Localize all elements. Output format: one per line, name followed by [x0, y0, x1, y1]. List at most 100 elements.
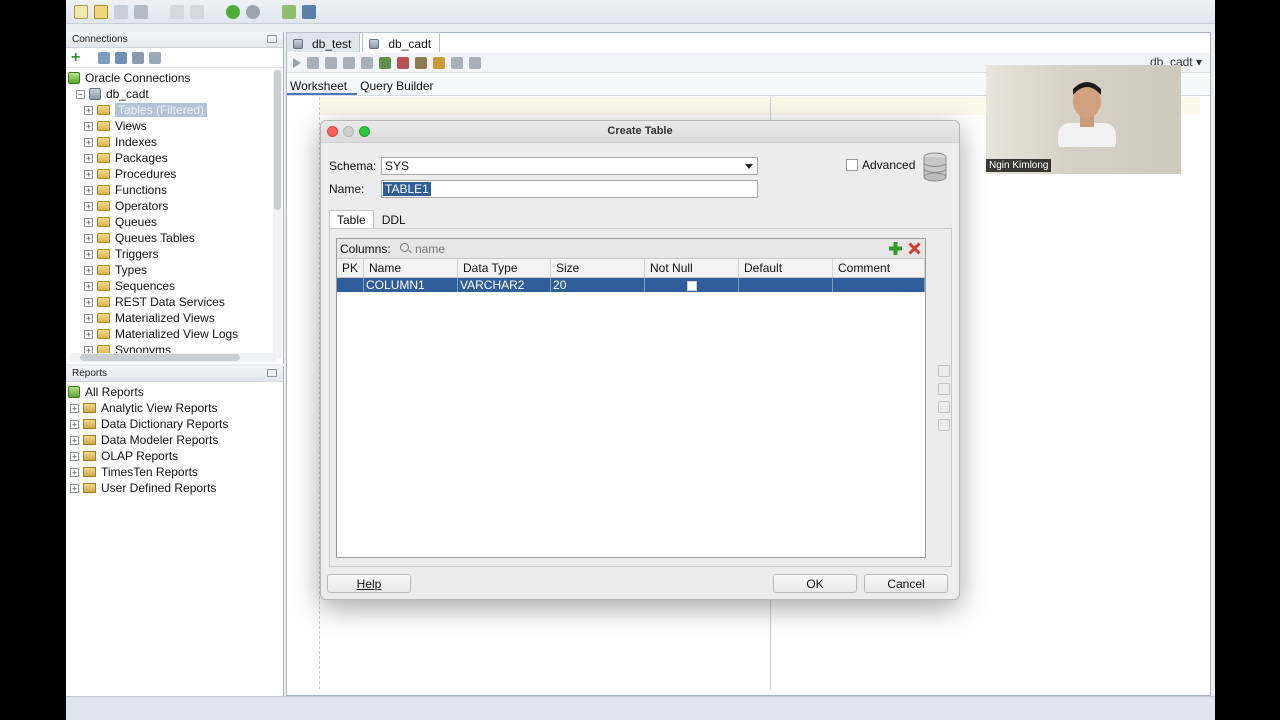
report-tree-item[interactable]: + TimesTen Reports	[66, 464, 283, 480]
expand-icon[interactable]: +	[84, 153, 93, 163]
tree-item[interactable]: + Materialized Views	[66, 310, 283, 326]
manage-icon[interactable]	[149, 51, 162, 64]
columns-search-input[interactable]	[415, 241, 535, 256]
tree-item[interactable]: − db_cadt	[66, 86, 283, 102]
column-header[interactable]: Data Type	[457, 259, 552, 278]
move-up-icon[interactable]	[938, 383, 950, 395]
not-null-checkbox[interactable]	[686, 280, 697, 291]
tab-db-test[interactable]: db_test	[286, 32, 361, 52]
cell-data-type[interactable]: VARCHAR2	[457, 277, 552, 292]
forward-icon[interactable]	[246, 4, 260, 19]
add-column-icon[interactable]	[889, 242, 902, 255]
move-down-icon[interactable]	[938, 401, 950, 413]
minimize-icon[interactable]	[267, 35, 277, 43]
expand-icon[interactable]: +	[84, 281, 93, 291]
explain-plan-icon[interactable]	[343, 56, 355, 69]
tree-item[interactable]: Oracle Connections	[66, 70, 283, 86]
tab-table[interactable]: Table	[329, 210, 374, 228]
expand-icon[interactable]: +	[84, 265, 93, 275]
collapse-icon[interactable]: −	[76, 89, 85, 99]
expand-icon[interactable]: +	[84, 185, 93, 195]
advanced-checkbox[interactable]	[846, 159, 858, 171]
history-icon[interactable]	[451, 56, 463, 69]
cell-comment[interactable]	[832, 277, 925, 292]
open-icon[interactable]	[94, 4, 108, 19]
schema-browser-icon[interactable]	[132, 51, 145, 64]
commit-green-icon[interactable]	[379, 56, 391, 69]
expand-icon[interactable]: +	[84, 313, 93, 323]
back-icon[interactable]	[226, 4, 240, 19]
cell-default[interactable]	[738, 277, 834, 292]
table-row[interactable]: COLUMN1 VARCHAR2 20	[337, 277, 925, 292]
column-header[interactable]: Name	[363, 259, 459, 278]
tree-item[interactable]: + REST Data Services	[66, 294, 283, 310]
tree-item[interactable]: + Tables (Filtered)	[66, 102, 283, 118]
cell-name[interactable]: COLUMN1	[363, 277, 459, 292]
tab-ddl[interactable]: DDL	[374, 210, 414, 228]
tree-item[interactable]: + Queues	[66, 214, 283, 230]
tree-item[interactable]: + Sequences	[66, 278, 283, 294]
tab-db-cadt[interactable]: db_cadt	[362, 32, 441, 52]
expand-icon[interactable]: +	[70, 483, 79, 493]
tree-item[interactable]: + Functions	[66, 182, 283, 198]
sql-icon[interactable]	[282, 4, 296, 19]
tree-item[interactable]: + Materialized View Logs	[66, 326, 283, 342]
expand-icon[interactable]: +	[84, 217, 93, 227]
minimize-icon[interactable]	[267, 369, 277, 377]
report-tree-item[interactable]: + Analytic View Reports	[66, 400, 283, 416]
expand-icon[interactable]: +	[70, 435, 79, 445]
column-header[interactable]: Size	[550, 259, 646, 278]
tree-item[interactable]: + Procedures	[66, 166, 283, 182]
tree-item[interactable]: + Operators	[66, 198, 283, 214]
report-tree-item[interactable]: + Data Dictionary Reports	[66, 416, 283, 432]
run-script-icon[interactable]	[307, 56, 319, 69]
tree-item[interactable]: + Triggers	[66, 246, 283, 262]
save-all-icon[interactable]	[134, 4, 148, 19]
expand-icon[interactable]: +	[70, 403, 79, 413]
remove-column-icon[interactable]	[908, 242, 921, 255]
close-icon[interactable]	[327, 126, 338, 137]
report-tree-item[interactable]: + User Defined Reports	[66, 480, 283, 496]
expand-icon[interactable]: +	[84, 297, 93, 307]
cancel-button[interactable]: Cancel	[864, 574, 948, 593]
move-top-icon[interactable]	[938, 365, 950, 377]
column-header[interactable]: PK	[337, 259, 365, 278]
cell-not-null[interactable]	[644, 277, 740, 292]
expand-icon[interactable]: +	[70, 467, 79, 477]
save-icon[interactable]	[114, 4, 128, 19]
help-button[interactable]: Help	[327, 574, 411, 593]
expand-icon[interactable]: +	[70, 451, 79, 461]
move-bottom-icon[interactable]	[938, 419, 950, 431]
refresh-icon[interactable]	[98, 51, 111, 64]
column-header[interactable]: Comment	[832, 259, 925, 278]
report-tree-item[interactable]: + Data Modeler Reports	[66, 432, 283, 448]
vertical-scrollbar[interactable]	[273, 68, 282, 358]
expand-icon[interactable]: +	[84, 121, 93, 131]
run-statement-icon[interactable]	[293, 57, 301, 68]
connect-icon[interactable]	[302, 4, 316, 19]
clear-icon[interactable]	[433, 56, 445, 69]
ok-button[interactable]: OK	[773, 574, 857, 593]
undo-icon[interactable]	[170, 4, 184, 19]
maximize-icon[interactable]	[359, 126, 370, 137]
expand-icon[interactable]: +	[70, 419, 79, 429]
expand-icon[interactable]: +	[84, 233, 93, 243]
cell-pk[interactable]	[337, 277, 365, 292]
table-name-input[interactable]: TABLE1	[381, 180, 758, 198]
expand-icon[interactable]: +	[84, 169, 93, 179]
expand-icon[interactable]: +	[84, 105, 93, 115]
expand-icon[interactable]: +	[84, 329, 93, 339]
tab-query-builder[interactable]: Query Builder	[357, 76, 443, 95]
tree-item[interactable]: + Indexes	[66, 134, 283, 150]
add-connection-icon[interactable]: +	[71, 49, 80, 65]
column-header[interactable]: Not Null	[644, 259, 740, 278]
commit-icon[interactable]	[361, 56, 373, 69]
schema-select[interactable]: SYS	[381, 157, 758, 175]
tab-worksheet[interactable]: Worksheet	[287, 76, 358, 95]
sql-tuning-icon[interactable]	[415, 56, 427, 69]
cell-size[interactable]: 20	[550, 277, 646, 292]
expand-icon[interactable]: +	[84, 249, 93, 259]
horizontal-scrollbar[interactable]	[70, 353, 276, 362]
rollback-icon[interactable]	[397, 56, 409, 69]
column-header[interactable]: Default	[738, 259, 834, 278]
